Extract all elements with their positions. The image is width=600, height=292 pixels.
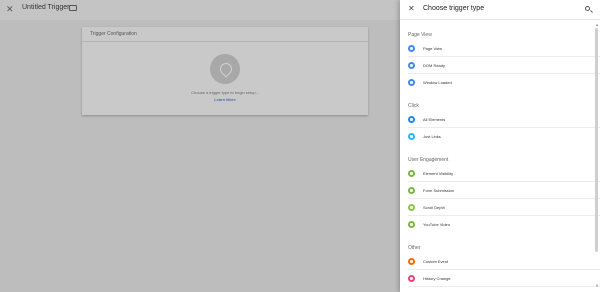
- trigger-type-label: Just Links: [423, 134, 441, 139]
- form-icon: [408, 186, 415, 194]
- play-icon: [408, 221, 415, 228]
- scroll-down-icon[interactable]: ▼: [595, 283, 599, 288]
- trigger-type-item[interactable]: History Change: [408, 270, 600, 287]
- trigger-type-label: YouTube Video: [423, 222, 450, 227]
- card-title: Trigger Configuration: [82, 27, 368, 42]
- link-icon: [408, 133, 415, 140]
- event-icon: [408, 257, 415, 265]
- dom-ready-icon: [408, 61, 415, 69]
- trigger-type-label: Window Loaded: [423, 80, 452, 85]
- scrollbar-thumb[interactable]: [595, 28, 598, 252]
- section-items: Custom Event History Change JavaScript Err…: [400, 253, 600, 292]
- trigger-type-label: Scroll Depth: [423, 204, 445, 210]
- section-items: Page View DOM Ready Window Loaded: [400, 40, 600, 91]
- trigger-type-item[interactable]: Page View: [408, 40, 600, 57]
- trigger-type-item[interactable]: YouTube Video: [408, 216, 600, 233]
- trigger-placeholder-icon[interactable]: [210, 54, 240, 84]
- trigger-type-item[interactable]: Custom Event: [408, 253, 600, 270]
- trigger-type-label: All Elements: [423, 116, 446, 122]
- section-title: User Engagement: [408, 157, 449, 163]
- section-title: Page View: [408, 32, 432, 38]
- trigger-type-item[interactable]: All Elements: [408, 111, 600, 128]
- trigger-type-list[interactable]: Page View Page View DOM Ready Window Loaded…: [400, 20, 600, 292]
- scroll-up-icon[interactable]: ▲: [595, 22, 599, 27]
- panel-close-icon[interactable]: ✕: [408, 4, 415, 13]
- trigger-type-item[interactable]: Just Links: [408, 128, 600, 145]
- card-hint: Choose a trigger type to begin setup...: [191, 90, 259, 95]
- trigger-type-label: Custom Event: [423, 258, 449, 264]
- trigger-type-item[interactable]: DOM Ready: [408, 57, 600, 74]
- panel-header: ✕ Choose trigger type: [400, 0, 600, 20]
- visibility-icon: [408, 169, 415, 177]
- trigger-type-label: Form Submission: [423, 187, 455, 193]
- close-icon[interactable]: ✕: [6, 4, 14, 15]
- trigger-type-label: Element Visibility: [423, 170, 454, 176]
- trigger-type-item[interactable]: Element Visibility: [408, 165, 600, 182]
- folder-icon[interactable]: [69, 5, 77, 11]
- cursor-icon: [408, 115, 415, 123]
- trigger-type-label: History Change: [423, 275, 451, 281]
- section-title: Click: [408, 103, 419, 109]
- panel-title: Choose trigger type: [423, 5, 485, 12]
- search-icon[interactable]: [585, 6, 590, 11]
- trigger-type-item[interactable]: JavaScript Error: [408, 287, 600, 292]
- section-items: All Elements Just Links: [400, 111, 600, 145]
- eye-icon: [408, 44, 415, 52]
- trigger-configuration-card[interactable]: Trigger Configuration Choose a trigger t…: [82, 27, 368, 115]
- history-icon: [408, 274, 415, 282]
- trigger-type-panel: ✕ Choose trigger type Page View Page View…: [400, 0, 600, 292]
- scroll-icon: [408, 203, 415, 211]
- trigger-type-label: DOM Ready: [423, 62, 446, 68]
- learn-more-link[interactable]: Learn More: [82, 97, 368, 102]
- trigger-type-item[interactable]: Scroll Depth: [408, 199, 600, 216]
- trigger-name[interactable]: Untitled Trigger: [22, 4, 69, 11]
- trigger-type-label: Page View: [423, 45, 443, 51]
- section-title: Other: [408, 245, 421, 251]
- trigger-type-item[interactable]: Form Submission: [408, 182, 600, 199]
- window-icon: [408, 79, 415, 86]
- trigger-type-item[interactable]: Window Loaded: [408, 74, 600, 91]
- section-items: Element Visibility Form Submission Scroll …: [400, 165, 600, 233]
